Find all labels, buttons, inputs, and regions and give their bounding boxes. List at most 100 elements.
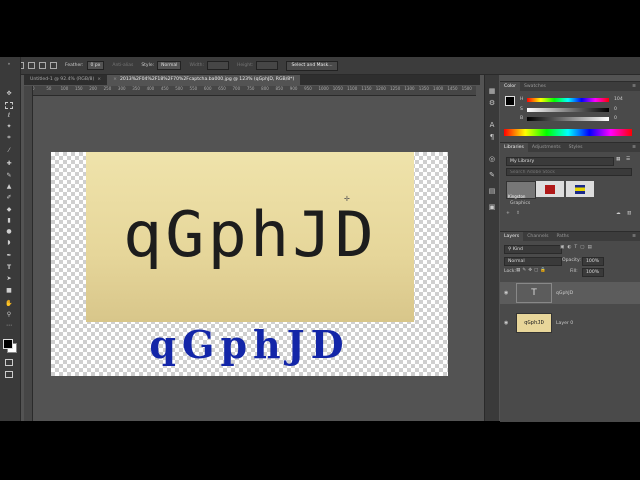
history-brush-icon[interactable]: ✐ bbox=[5, 195, 13, 201]
add-selection-icon[interactable] bbox=[28, 62, 35, 69]
character-icon[interactable]: A bbox=[488, 121, 496, 129]
library-select[interactable]: My Library bbox=[506, 157, 614, 166]
tab-adjustments[interactable]: Adjustments bbox=[528, 143, 565, 152]
pen-tool-icon[interactable]: ✒ bbox=[5, 253, 13, 259]
feather-field[interactable]: 0 px bbox=[86, 61, 105, 70]
cloud-icon[interactable]: ☁ bbox=[616, 211, 621, 216]
typed-text-layer[interactable]: qGphJD bbox=[51, 322, 448, 367]
marquee-tool-icon[interactable] bbox=[5, 102, 13, 109]
gradient-tool-icon[interactable]: ▮ bbox=[5, 218, 13, 224]
tab-captcha[interactable]: × 2013%2F04%2F18%2F70%2Fcaptcha.ba000.jpg… bbox=[107, 75, 301, 85]
shape-tool-icon[interactable]: ■ bbox=[5, 288, 13, 294]
h-value[interactable]: 104 bbox=[614, 97, 623, 102]
glyphs-icon[interactable]: ◎ bbox=[488, 155, 496, 163]
type-tool-icon[interactable]: T bbox=[5, 265, 13, 271]
lasso-tool-icon[interactable]: ℓ bbox=[5, 113, 13, 119]
layer-row-text[interactable]: ◉ T qGphJD bbox=[500, 282, 640, 304]
add-content-icon[interactable]: + bbox=[506, 211, 510, 216]
blend-mode-select[interactable]: Normal bbox=[504, 257, 562, 266]
grid-view-icon[interactable]: ▦ bbox=[616, 157, 620, 162]
ruler-mark: 1500 bbox=[461, 86, 472, 91]
close-icon[interactable]: × bbox=[97, 77, 101, 82]
tab-layers[interactable]: Layers bbox=[500, 232, 524, 241]
path-select-icon[interactable]: ➤ bbox=[5, 276, 13, 282]
tab-color[interactable]: Color bbox=[500, 82, 520, 91]
tab-libraries[interactable]: Libraries bbox=[500, 143, 528, 152]
style-select[interactable]: Normal bbox=[157, 61, 182, 70]
eyedropper-icon[interactable]: ⁄ bbox=[5, 148, 13, 154]
tab-swatches[interactable]: Swatches bbox=[520, 82, 550, 91]
ruler-mark: 1150 bbox=[361, 86, 372, 91]
options-bar: Feather: 0 px Anti-alias Style: Normal W… bbox=[0, 57, 640, 75]
tab-styles[interactable]: Styles bbox=[565, 143, 587, 152]
tab-untitled-1[interactable]: Untitled-1 @ 92.4% (RGB/8) × bbox=[24, 75, 107, 85]
zoom-tool-icon[interactable]: ⚲ bbox=[5, 312, 13, 318]
layer-row-image[interactable]: ◉ qGphJD Layer 0 bbox=[500, 312, 640, 334]
b-slider[interactable] bbox=[527, 117, 609, 121]
trash-icon[interactable]: ▥ bbox=[627, 211, 631, 216]
intersect-selection-icon[interactable] bbox=[50, 62, 57, 69]
panel-menu-icon[interactable]: ≡ bbox=[632, 234, 636, 239]
s-slider[interactable] bbox=[527, 108, 609, 112]
collapse-chevron-icon[interactable]: » bbox=[5, 61, 13, 67]
antialias-checkbox[interactable]: Anti-alias bbox=[112, 63, 133, 68]
paragraph-icon[interactable]: ¶ bbox=[488, 133, 496, 141]
screen-mode-icon[interactable] bbox=[5, 371, 13, 378]
history-icon[interactable]: ▦ bbox=[488, 87, 496, 95]
visibility-eye-icon[interactable]: ◉ bbox=[504, 320, 512, 326]
tab-paths[interactable]: Paths bbox=[552, 232, 573, 241]
properties-icon[interactable]: ⚙ bbox=[488, 99, 496, 107]
library-item-red-swatch[interactable] bbox=[536, 181, 564, 197]
width-field[interactable] bbox=[207, 61, 230, 70]
graphics-label[interactable]: Graphics bbox=[510, 201, 530, 206]
visibility-eye-icon[interactable]: ◉ bbox=[504, 290, 512, 296]
foreground-color-swatch[interactable] bbox=[3, 339, 13, 349]
b-value[interactable]: 0 bbox=[614, 116, 617, 121]
ruler-mark: 350 bbox=[132, 86, 140, 91]
quick-mask-icon[interactable] bbox=[5, 359, 13, 366]
fill-field[interactable]: 100% bbox=[582, 268, 604, 277]
panel-menu-icon[interactable]: ≡ bbox=[632, 84, 636, 89]
document-canvas[interactable]: qGphJD ✛ qGphJD bbox=[51, 152, 448, 376]
hand-tool-icon[interactable]: ✋ bbox=[5, 301, 13, 307]
ruler-mark: 250 bbox=[103, 86, 112, 91]
eraser-icon[interactable]: ◆ bbox=[5, 207, 13, 213]
clone-source-icon[interactable]: ▤ bbox=[488, 187, 496, 195]
layer-filter-select[interactable]: ⚲ Kind bbox=[504, 245, 562, 254]
library-item-kingston[interactable]: Kingston bbox=[506, 181, 536, 199]
layer-name[interactable]: Layer 0 bbox=[556, 321, 573, 326]
layer-name[interactable]: qGphJD bbox=[556, 291, 573, 296]
notes-icon[interactable]: ▣ bbox=[488, 203, 496, 211]
opacity-field[interactable]: 100% bbox=[582, 257, 604, 266]
blur-tool-icon[interactable]: ● bbox=[5, 229, 13, 235]
close-icon[interactable]: × bbox=[113, 77, 117, 82]
library-search-input[interactable] bbox=[506, 168, 632, 176]
move-tool-icon[interactable]: ✥ bbox=[5, 91, 13, 97]
dodge-tool-icon[interactable]: ◗ bbox=[5, 240, 13, 246]
brush-tool-icon[interactable]: ✎ bbox=[5, 173, 13, 179]
panel-menu-icon[interactable]: ≡ bbox=[632, 145, 636, 150]
h-slider[interactable] bbox=[527, 98, 609, 102]
ruler-mark: 800 bbox=[261, 86, 269, 91]
color-fg-swatch[interactable] bbox=[505, 96, 515, 106]
list-view-icon[interactable]: ☰ bbox=[626, 157, 630, 162]
healing-brush-icon[interactable]: ✚ bbox=[5, 161, 13, 167]
style-label: Style: bbox=[141, 63, 155, 68]
s-value[interactable]: 0 bbox=[614, 107, 617, 112]
lock-icons[interactable]: ▦✎✥▢🔒 bbox=[516, 268, 548, 273]
upload-icon[interactable]: ⇪ bbox=[516, 211, 520, 216]
magic-wand-icon[interactable]: ✦ bbox=[5, 124, 13, 130]
text-layer-thumbnail: T bbox=[516, 283, 552, 303]
layer-filter-icons[interactable]: ▣◐T▢▤ bbox=[560, 245, 595, 250]
library-item-graphic[interactable] bbox=[566, 181, 594, 197]
select-and-mask-button[interactable]: Select and Mask... bbox=[286, 60, 338, 71]
subtract-selection-icon[interactable] bbox=[39, 62, 46, 69]
clone-stamp-icon[interactable]: ▲ bbox=[5, 184, 13, 190]
height-field[interactable] bbox=[256, 61, 279, 70]
crop-tool-icon[interactable]: ⌗ bbox=[5, 135, 13, 141]
color-spectrum[interactable] bbox=[504, 129, 632, 136]
more-tools-icon[interactable]: ⋯ bbox=[5, 323, 13, 329]
brush-settings-icon[interactable]: ✎ bbox=[488, 171, 496, 179]
tab-channels[interactable]: Channels bbox=[523, 232, 552, 241]
height-label: Height: bbox=[237, 63, 254, 68]
